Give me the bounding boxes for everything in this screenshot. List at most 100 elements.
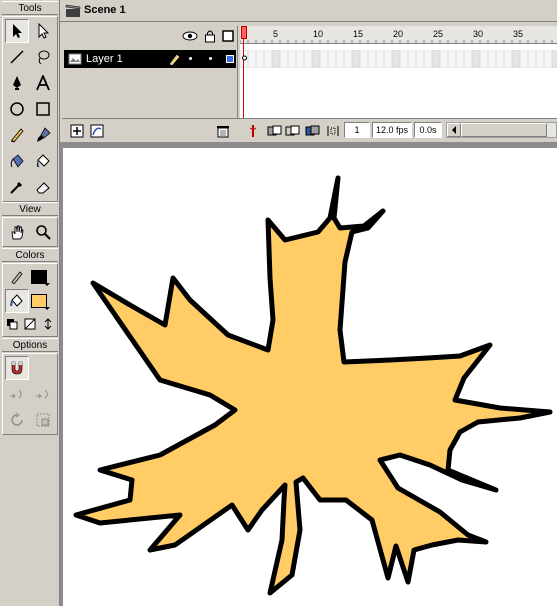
- frame-cell[interactable]: [343, 49, 353, 69]
- add-guide-layer-button[interactable]: [88, 122, 106, 140]
- frame-cell[interactable]: [471, 49, 481, 69]
- frame-cell[interactable]: [303, 49, 313, 69]
- elapsed-time-field: 0.0s: [414, 122, 442, 138]
- layer-name: Layer 1: [86, 53, 123, 65]
- rotate-button[interactable]: [5, 408, 29, 432]
- onion-skin-outlines-button[interactable]: [284, 122, 302, 140]
- straighten-icon: [36, 389, 49, 399]
- frame-cell[interactable]: [543, 49, 553, 69]
- frame-cell[interactable]: [415, 49, 425, 69]
- tools-header: Tools: [2, 1, 58, 15]
- frame-cell[interactable]: [423, 49, 433, 69]
- frame-cell[interactable]: [335, 49, 345, 69]
- frame-cell[interactable]: [431, 49, 441, 69]
- frame-cell[interactable]: [439, 49, 449, 69]
- frame-cell[interactable]: [255, 49, 265, 69]
- layer-row[interactable]: Layer 1: [64, 50, 236, 68]
- text-tool-button[interactable]: [31, 71, 55, 95]
- stroke-color-swatch[interactable]: [31, 270, 47, 284]
- frame-cell[interactable]: [375, 49, 385, 69]
- eyedropper-tool-button[interactable]: [5, 175, 29, 199]
- hand-tool-button[interactable]: [5, 220, 29, 244]
- frame-cell[interactable]: [463, 49, 473, 69]
- frame-cell[interactable]: [495, 49, 505, 69]
- frame-cell[interactable]: [447, 49, 457, 69]
- center-frame-button[interactable]: [244, 122, 262, 140]
- snap-to-objects-button[interactable]: [5, 356, 29, 380]
- straighten-button[interactable]: [31, 382, 55, 406]
- frame-cell[interactable]: [479, 49, 489, 69]
- frame-cell[interactable]: [367, 49, 377, 69]
- timeline-horizontal-scrollbar[interactable]: [446, 122, 557, 138]
- brush-tool-button[interactable]: [31, 123, 55, 147]
- paint-bucket-tool-button[interactable]: [31, 149, 55, 173]
- frame-cell[interactable]: [455, 49, 465, 69]
- leaf-shape[interactable]: [73, 175, 553, 596]
- pencil-edit-icon: [169, 54, 180, 65]
- insert-layer-button[interactable]: [68, 122, 86, 140]
- frame-cell[interactable]: [247, 49, 257, 69]
- edit-multiple-frames-button[interactable]: [304, 122, 322, 140]
- pen-tool-button[interactable]: [5, 71, 29, 95]
- frame-cell[interactable]: [535, 49, 545, 69]
- stage-area: [60, 142, 557, 606]
- frame-cell[interactable]: [327, 49, 337, 69]
- scale-button[interactable]: [31, 408, 55, 432]
- oval-tool-button[interactable]: [5, 97, 29, 121]
- frame-cell[interactable]: [351, 49, 361, 69]
- frame-cell[interactable]: [503, 49, 513, 69]
- rectangle-tool-button[interactable]: [31, 97, 55, 121]
- frame-cell[interactable]: [399, 49, 409, 69]
- frame-cell[interactable]: [295, 49, 305, 69]
- subselect-tool-button[interactable]: [31, 19, 55, 43]
- frame-cell[interactable]: [527, 49, 537, 69]
- guide-layer-icon: [90, 124, 104, 138]
- frame-cell[interactable]: [407, 49, 417, 69]
- ink-bottle-tool-button[interactable]: [5, 149, 29, 173]
- delete-layer-button[interactable]: [214, 122, 232, 140]
- frame-cell[interactable]: [287, 49, 297, 69]
- line-tool-button[interactable]: [5, 45, 29, 69]
- scroll-thumb[interactable]: [461, 123, 547, 137]
- visibility-dot[interactable]: [189, 57, 192, 60]
- playhead[interactable]: [241, 26, 247, 39]
- layer-frames-row[interactable]: [239, 49, 557, 69]
- frame-cell[interactable]: [319, 49, 329, 69]
- no-color-button[interactable]: [21, 313, 39, 335]
- ruler-label: 25: [433, 29, 443, 39]
- frame-cell[interactable]: [311, 49, 321, 69]
- frame-cell[interactable]: [359, 49, 369, 69]
- frame-cell[interactable]: [279, 49, 289, 69]
- frame-cell[interactable]: [487, 49, 497, 69]
- fill-color-swatch[interactable]: [31, 294, 47, 308]
- frame-cell[interactable]: [511, 49, 521, 69]
- frame-cell[interactable]: [551, 49, 557, 69]
- eraser-tool-button[interactable]: [31, 175, 55, 199]
- pencil-tool-button[interactable]: [5, 123, 29, 147]
- black-white-icon: [7, 319, 18, 330]
- keyframe[interactable]: [242, 54, 247, 62]
- scroll-left-button[interactable]: [447, 123, 461, 137]
- frame-cell[interactable]: [391, 49, 401, 69]
- options-group: [2, 353, 58, 435]
- black-white-button[interactable]: [3, 313, 21, 335]
- frame-cell[interactable]: [383, 49, 393, 69]
- lasso-tool-button[interactable]: [31, 45, 55, 69]
- outline-square-icon[interactable]: [222, 30, 234, 42]
- lock-dot[interactable]: [209, 57, 212, 60]
- leaf-drawing[interactable]: [63, 148, 557, 606]
- lock-icon[interactable]: [204, 29, 216, 43]
- eye-icon[interactable]: [182, 30, 198, 42]
- smooth-button[interactable]: [5, 382, 29, 406]
- onion-skin-button[interactable]: [266, 122, 284, 140]
- frame-cell[interactable]: [519, 49, 529, 69]
- outline-color-box[interactable]: [226, 55, 234, 63]
- stage-canvas[interactable]: [63, 148, 557, 606]
- swap-colors-button[interactable]: [39, 313, 57, 335]
- frame-cell[interactable]: [263, 49, 273, 69]
- zoom-tool-button[interactable]: [31, 220, 55, 244]
- frame-cell[interactable]: [271, 49, 281, 69]
- view-group: [2, 217, 58, 247]
- arrow-tool-button[interactable]: [5, 19, 29, 43]
- modify-onion-markers-button[interactable]: [324, 122, 342, 140]
